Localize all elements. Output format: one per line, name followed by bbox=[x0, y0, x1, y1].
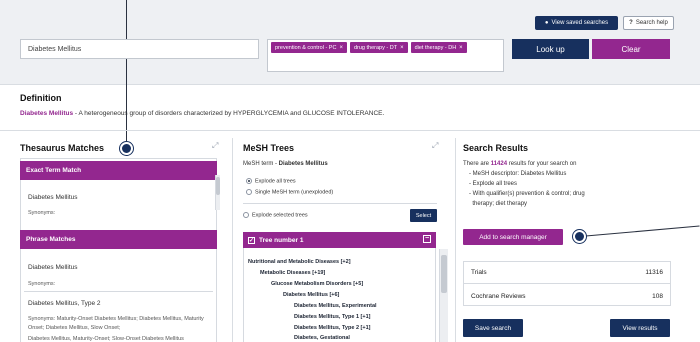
mesh-term-prefix: MeSH term - bbox=[243, 161, 279, 167]
phrase-match-synonyms-more: Diabetes Mellitus, Maturity-Onset; Slow-… bbox=[28, 336, 184, 342]
exact-term-link[interactable]: Diabetes Mellitus bbox=[28, 194, 78, 201]
result-counts-table: Trials 11316 Cochrane Reviews 108 bbox=[463, 261, 671, 306]
definition-term-link[interactable]: Diabetes Mellitus bbox=[20, 110, 73, 117]
qualifier-box[interactable]: prevention & control - PC × drug therapy… bbox=[267, 39, 504, 72]
view-saved-searches-button[interactable]: ● View saved searches bbox=[535, 16, 618, 30]
explode-selected-option[interactable]: Explode selected trees bbox=[243, 212, 308, 218]
tree-item[interactable]: Glucose Metabolism Disorders [+5] bbox=[271, 281, 363, 287]
mesh-scrollbar[interactable] bbox=[439, 249, 448, 342]
count-label: Cochrane Reviews bbox=[471, 292, 526, 300]
results-summary: There are 11424 results for your search … bbox=[463, 161, 576, 167]
option-label: Single MeSH term (unexploded) bbox=[255, 189, 334, 196]
summary-suffix: results for your search on bbox=[507, 161, 577, 167]
tree-item[interactable]: Diabetes Mellitus, Type 1 [+1] bbox=[294, 314, 370, 320]
eye-icon: ● bbox=[544, 20, 549, 26]
summary-bullet: - MeSH descriptor: Diabetes Mellitus bbox=[469, 171, 567, 177]
look-up-button[interactable]: Look up bbox=[512, 39, 589, 59]
mesh-term: Diabetes Mellitus bbox=[278, 161, 328, 167]
phrase-match-synonyms: Synonyms: Maturity-Onset Diabetes Mellit… bbox=[28, 316, 204, 331]
radio-icon[interactable] bbox=[246, 189, 252, 195]
callout-dot-thesaurus bbox=[120, 142, 133, 155]
tree-item[interactable]: Diabetes Mellitus, Experimental bbox=[294, 303, 377, 309]
expand-icon[interactable]: ⤢ bbox=[432, 141, 438, 151]
qualifier-chip[interactable]: diet therapy - DH × bbox=[410, 42, 467, 53]
remove-chip-icon[interactable]: × bbox=[459, 45, 463, 51]
remove-chip-icon[interactable]: × bbox=[400, 45, 404, 51]
callout-line-thesaurus bbox=[126, 0, 127, 148]
divider bbox=[24, 291, 213, 292]
tree-item[interactable]: Diabetes Mellitus, Type 2 [+1] bbox=[294, 325, 370, 331]
remove-chip-icon[interactable]: × bbox=[339, 45, 343, 51]
qualifier-label: drug therapy - DT bbox=[353, 44, 398, 51]
divider bbox=[0, 130, 700, 131]
exact-term-header: Exact Term Match bbox=[20, 161, 217, 180]
collapse-icon[interactable]: − bbox=[423, 235, 431, 243]
scrollbar-thumb[interactable] bbox=[441, 255, 447, 293]
scrollbar-thumb[interactable] bbox=[216, 177, 220, 195]
column-divider bbox=[455, 138, 456, 342]
options-scrollbar[interactable] bbox=[215, 175, 220, 210]
search-term-input[interactable]: Diabetes Mellitus bbox=[20, 39, 259, 59]
option-label: Explode all trees bbox=[255, 178, 296, 185]
search-help-label: Search help bbox=[635, 20, 668, 26]
single-term-option[interactable]: Single MeSH term (unexploded) bbox=[246, 189, 333, 195]
summary-prefix: There are bbox=[463, 161, 491, 167]
clear-button[interactable]: Clear bbox=[592, 39, 670, 59]
help-icon: ? bbox=[629, 20, 633, 26]
summary-bullet: - Explode all trees bbox=[469, 181, 518, 187]
definition-text: Diabetes Mellitus - A heterogeneous grou… bbox=[20, 110, 384, 117]
definition-body: - A heterogeneous group of disorders cha… bbox=[73, 110, 385, 117]
tree-item[interactable]: Diabetes Mellitus [+6] bbox=[283, 292, 339, 298]
divider bbox=[243, 203, 437, 204]
phrase-match-synonyms: Synonyms: bbox=[28, 281, 56, 287]
summary-bullet: therapy; diet therapy bbox=[469, 201, 528, 207]
count-value: 11316 bbox=[645, 269, 663, 276]
callout-dot-add bbox=[573, 230, 586, 243]
count-row-trials[interactable]: Trials 11316 bbox=[464, 262, 670, 284]
tree-number-label: Tree number 1 bbox=[259, 236, 304, 244]
view-saved-searches-label: View saved searches bbox=[551, 20, 609, 26]
phrase-matches-header: Phrase Matches bbox=[20, 230, 217, 249]
view-results-button[interactable]: View results bbox=[610, 319, 670, 337]
summary-bullet: - With qualifier(s) prevention & control… bbox=[469, 191, 585, 197]
mesh-term-line: MeSH term - Diabetes Mellitus bbox=[243, 161, 328, 167]
option-label: Explode selected trees bbox=[252, 212, 308, 219]
definition-title: Definition bbox=[20, 93, 62, 103]
qualifier-chip[interactable]: drug therapy - DT × bbox=[349, 42, 408, 53]
phrase-match-link[interactable]: Diabetes Mellitus, Type 2 bbox=[28, 300, 101, 307]
tree-item[interactable]: Nutritional and Metabolic Diseases [+2] bbox=[248, 259, 351, 265]
search-results-title: Search Results bbox=[463, 143, 529, 153]
tree-item[interactable]: Diabetes, Gestational bbox=[294, 335, 350, 341]
count-row-reviews[interactable]: Cochrane Reviews 108 bbox=[464, 285, 670, 307]
select-button[interactable]: Select bbox=[410, 209, 437, 222]
explode-all-option[interactable]: Explode all trees bbox=[246, 178, 296, 184]
search-term-value: Diabetes Mellitus bbox=[28, 45, 82, 53]
column-divider bbox=[232, 138, 233, 342]
radio-selected-icon[interactable] bbox=[246, 178, 252, 184]
exact-term-synonyms: Synonyms: bbox=[28, 210, 56, 216]
tree-number-header[interactable]: ✓ Tree number 1 − bbox=[243, 232, 436, 248]
checkbox-checked-icon[interactable]: ✓ bbox=[248, 236, 255, 244]
qualifier-label: prevention & control - PC bbox=[275, 44, 337, 51]
count-value: 108 bbox=[652, 292, 663, 300]
qualifier-chip[interactable]: prevention & control - PC × bbox=[271, 42, 347, 53]
search-help-button[interactable]: ? Search help bbox=[623, 16, 674, 30]
add-to-search-manager-button[interactable]: Add to search manager bbox=[463, 229, 563, 245]
count-label: Trials bbox=[471, 269, 487, 276]
thesaurus-title: Thesaurus Matches bbox=[20, 143, 105, 153]
result-count: 11424 bbox=[490, 161, 508, 167]
qualifier-label: diet therapy - DH bbox=[414, 44, 457, 51]
radio-icon[interactable] bbox=[243, 212, 249, 218]
phrase-match-link[interactable]: Diabetes Mellitus bbox=[28, 264, 78, 271]
expand-icon[interactable]: ⤢ bbox=[212, 141, 218, 151]
save-search-button[interactable]: Save search bbox=[463, 319, 523, 337]
mesh-trees-title: MeSH Trees bbox=[243, 143, 295, 153]
callout-line-add bbox=[579, 225, 700, 237]
tree-item[interactable]: Metabolic Diseases [+19] bbox=[260, 270, 325, 276]
